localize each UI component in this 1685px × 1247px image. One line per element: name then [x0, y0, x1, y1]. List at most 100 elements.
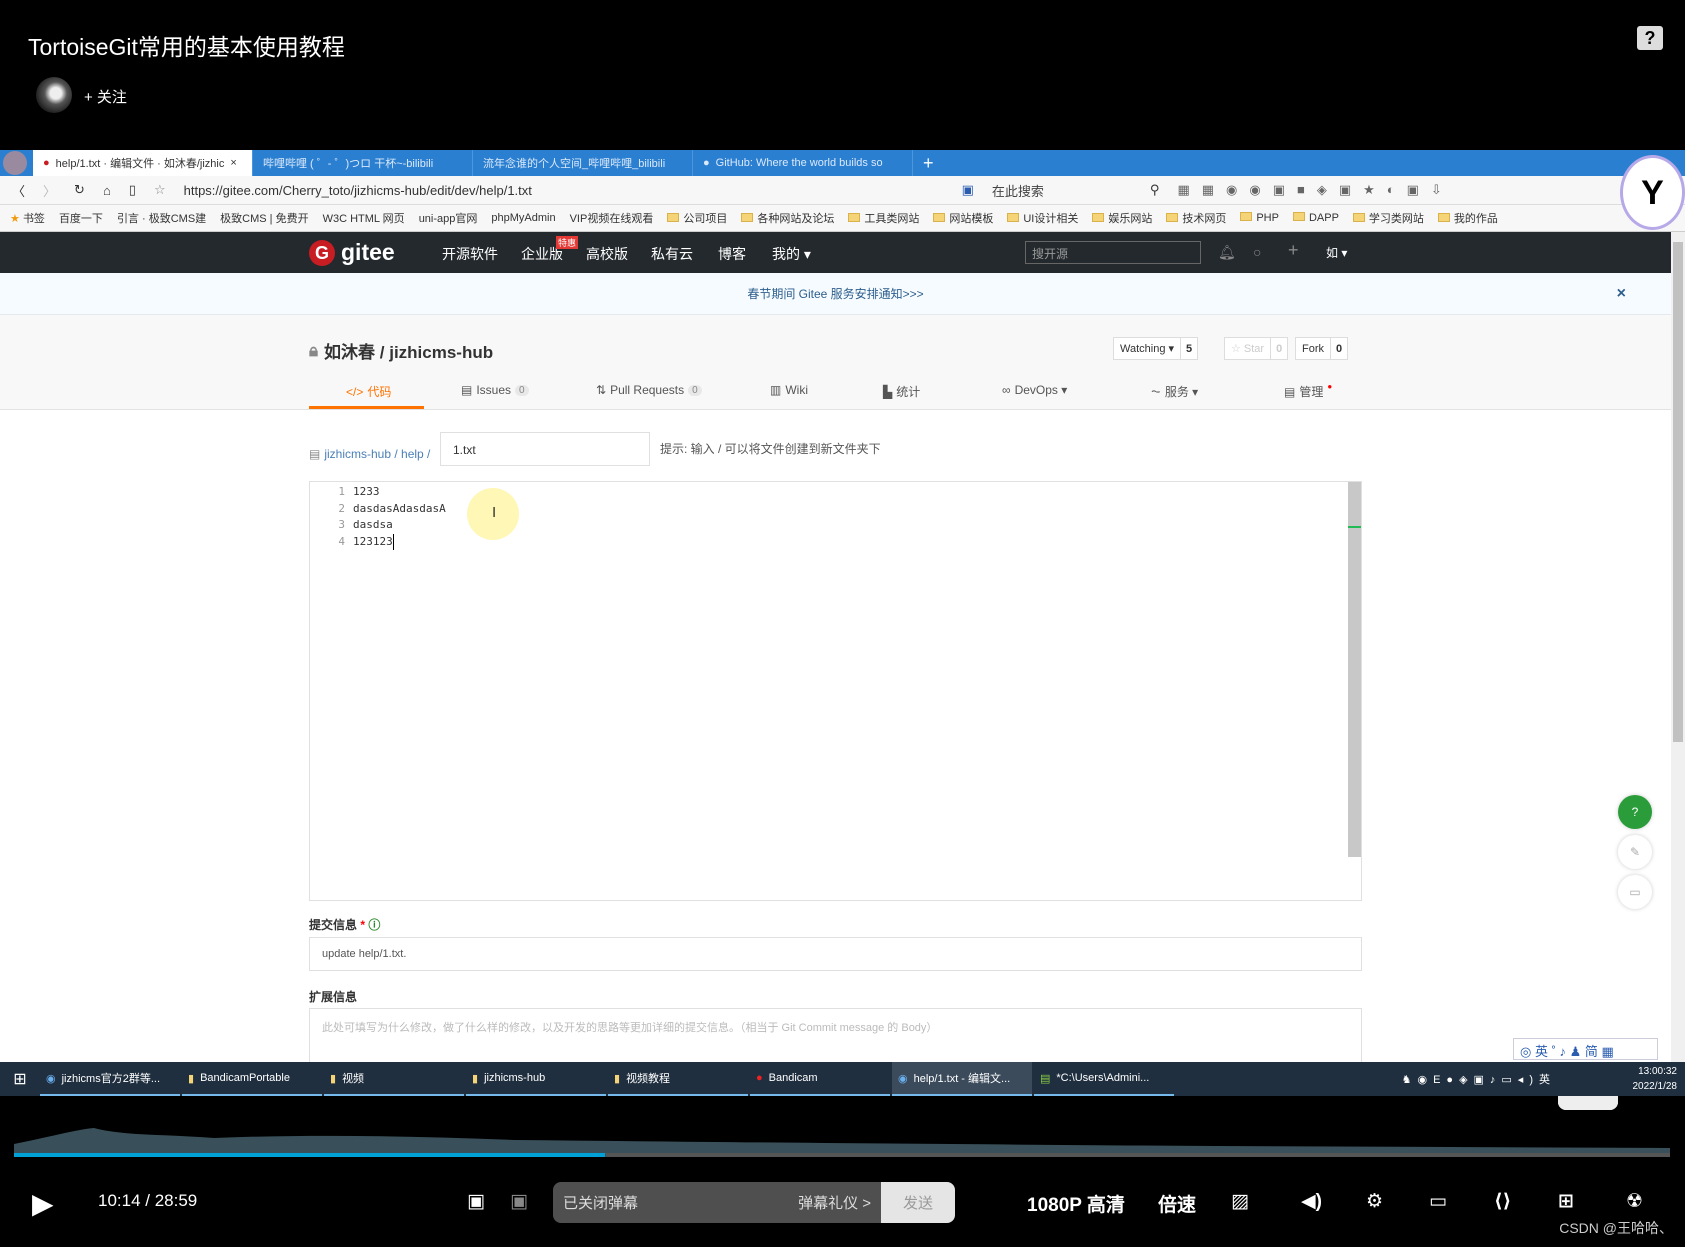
help-float-icon[interactable]: ? [1618, 795, 1652, 829]
taskbar-item[interactable]: ▮ 视频 [324, 1062, 464, 1096]
bookmark-folder[interactable]: 娱乐网站 [1092, 210, 1152, 226]
scrollbar-thumb[interactable] [1673, 242, 1683, 742]
bookmark-folder[interactable]: 学习类网站 [1352, 210, 1424, 226]
new-tab-button[interactable]: + [913, 153, 944, 174]
bookmark-folder[interactable]: 我的作品 [1437, 210, 1498, 226]
repo-name[interactable]: 如沐春 / jizhicms-hub [324, 338, 493, 363]
back-icon[interactable]: 〈 [12, 181, 25, 200]
lightbulb-icon[interactable]: ○ [1253, 244, 1261, 260]
bookmark-folder[interactable]: 技术网页 [1166, 210, 1226, 226]
reload-icon[interactable]: ↻ [74, 182, 85, 198]
extension-icons[interactable]: ▦▦◉◉▣■◈▣★◐▣⇩ [1177, 182, 1453, 198]
commit-message-input[interactable]: update help/1.txt. [309, 937, 1362, 971]
edit-float-icon[interactable]: ✎ [1618, 835, 1652, 869]
bookmark-folder[interactable]: PHP [1240, 212, 1279, 224]
taskbar-item[interactable]: ▮ jizhicms-hub [466, 1062, 606, 1096]
notice-link[interactable]: 春节期间 Gitee 服务安排通知>>> [747, 287, 923, 301]
bookmark[interactable]: ★ 书签 [10, 210, 45, 226]
ime-toolbar[interactable]: ◎ 英 ˚ ♪ ♟ 简 ▦ [1513, 1038, 1658, 1060]
editor-scrollbar[interactable] [1348, 482, 1361, 857]
nav-open-source[interactable]: 开源软件 [442, 244, 498, 264]
tab-code[interactable]: </> 代码 [346, 383, 391, 400]
user-menu[interactable]: 如 ▾ [1326, 244, 1347, 261]
bookmark[interactable]: 百度一下 [59, 210, 103, 226]
browser-tab[interactable]: ● GitHub: Where the world builds so [693, 150, 913, 176]
bookmark-folder[interactable]: 公司项目 [667, 210, 727, 226]
fork-button[interactable]: Fork 0 [1295, 337, 1349, 360]
search-icon[interactable]: ⚲ [1150, 182, 1160, 198]
bookmark[interactable]: 极致CMS | 免费开 [220, 210, 308, 226]
windows-start-icon[interactable]: ⊞ [0, 1069, 40, 1089]
follow-button[interactable]: + 关注 [84, 86, 127, 107]
tab-devops[interactable]: ∞ DevOps ▾ [1002, 383, 1067, 397]
watch-button[interactable]: Watching ▾ 5 [1113, 337, 1199, 360]
pip-icon[interactable]: ▭ [1429, 1190, 1447, 1213]
tab-issues[interactable]: ▤ Issues 0 [461, 383, 529, 397]
bookmark-folder[interactable]: 网站模板 [933, 210, 993, 226]
filename-input[interactable]: 1.txt [440, 432, 650, 466]
star-button[interactable]: ☆ Star 0 [1224, 337, 1289, 360]
danmaku-etiquette-link[interactable]: 弹幕礼仪 > [798, 1192, 871, 1213]
gitee-search-input[interactable]: 搜开源 [1025, 241, 1201, 264]
speed-button[interactable]: 倍速 [1158, 1190, 1196, 1217]
profile-icon[interactable] [3, 151, 27, 175]
danmaku-settings-icon[interactable]: ▣ [510, 1190, 528, 1213]
url-input[interactable]: https://gitee.com/Cherry_toto/jizhicms-h… [184, 183, 944, 198]
browser-search-input[interactable]: 在此搜索 [992, 181, 1132, 200]
page-scrollbar[interactable] [1671, 232, 1685, 1062]
commit-body-textarea[interactable]: 此处可填写为什么修改，做了什么样的修改，以及开发的思路等更加详细的提交信息。（相… [309, 1008, 1362, 1068]
widescreen-icon[interactable]: ⟨⟩ [1494, 1190, 1511, 1213]
forward-icon[interactable]: 〉 [43, 181, 56, 200]
bookmark-folder[interactable]: DAPP [1292, 212, 1339, 224]
nav-blog[interactable]: 博客 [718, 244, 746, 264]
subtitle-off-icon[interactable]: ▨ [1231, 1190, 1249, 1213]
taskbar-item[interactable]: ▮ 视频教程 [608, 1062, 748, 1096]
comment-float-icon[interactable]: ▭ [1618, 875, 1652, 909]
ime-indicator[interactable]: 英 [1539, 1071, 1550, 1087]
settings-gear-icon[interactable]: ⚙ [1366, 1190, 1383, 1213]
bookmark-folder[interactable]: 各种网站及论坛 [741, 210, 834, 226]
browser-tab[interactable]: 哔哩哔哩 ( ゜- ゜)つロ 干杯~-bilibili [253, 150, 473, 176]
system-tray-icons[interactable]: ♞◉E●◈▣♪▭◂) [1402, 1073, 1539, 1086]
help-icon[interactable]: ? [1637, 26, 1663, 50]
tab-services[interactable]: ⏦ 服务 ▾ [1151, 383, 1198, 400]
quality-button[interactable]: 1080P 高清 [1027, 1190, 1125, 1217]
nav-mine[interactable]: 我的 ▾ [772, 244, 811, 264]
danmaku-input[interactable]: 已关闭弹幕 [563, 1192, 638, 1213]
bookmark[interactable]: VIP视频在线观看 [570, 210, 654, 226]
reader-icon[interactable]: ▯ [129, 182, 136, 198]
bookmark-folder[interactable]: 工具类网站 [848, 210, 919, 226]
bookmark[interactable]: phpMyAdmin [491, 212, 555, 224]
taskbar-item[interactable]: ▤ *C:\Users\Admini... [1034, 1062, 1174, 1096]
play-button[interactable]: ▶ [32, 1187, 54, 1220]
close-icon[interactable]: × [1617, 273, 1626, 315]
web-fullscreen-icon[interactable]: ⊞ [1558, 1190, 1574, 1213]
fullscreen-icon[interactable]: ☢ [1626, 1190, 1643, 1213]
search-engine-icon[interactable]: ▣ [962, 182, 974, 198]
close-tab-icon[interactable]: × [230, 157, 236, 169]
tab-stats[interactable]: ▙ 统计 [883, 383, 920, 400]
volume-icon[interactable]: ◀) [1301, 1190, 1322, 1213]
danmaku-toggle-icon[interactable]: ▣ [467, 1190, 485, 1213]
gitee-logo[interactable]: Ggitee [309, 239, 395, 266]
send-button[interactable]: 发送 [881, 1182, 955, 1223]
avatar[interactable] [36, 77, 72, 113]
nav-private-cloud[interactable]: 私有云 [651, 244, 693, 264]
tab-pull-requests[interactable]: ⇅ Pull Requests 0 [596, 383, 702, 397]
taskbar-item[interactable]: ● Bandicam [750, 1062, 890, 1096]
plus-icon[interactable]: + [1288, 240, 1299, 261]
taskbar-item[interactable]: ◉ jizhicms官方2群等... [40, 1062, 180, 1096]
clock[interactable]: 13:00:32 2022/1/28 [1633, 1064, 1678, 1094]
bell-icon[interactable]: 🔔︎ [1218, 244, 1236, 261]
star-icon[interactable]: ☆ [154, 182, 166, 198]
browser-tab[interactable]: ● help/1.txt · 编辑文件 · 如沐春/jizhic × [33, 150, 253, 176]
taskbar-item[interactable]: ◉ help/1.txt - 编辑文... [892, 1062, 1032, 1096]
code-editor[interactable]: 1 1233 2 dasdasAdasdasA 3 dasdsa 4 123123 I [309, 481, 1362, 901]
bookmark[interactable]: W3C HTML 网页 [323, 210, 405, 226]
tab-manage[interactable]: ▤ 管理 ● [1284, 382, 1332, 400]
bookmark[interactable]: 引言 · 极致CMS建 [117, 210, 206, 226]
taskbar-item[interactable]: ▮ BandicamPortable [182, 1062, 322, 1096]
home-icon[interactable]: ⌂ [103, 183, 111, 198]
bookmark[interactable]: uni-app官网 [419, 210, 478, 226]
tab-wiki[interactable]: ▥ Wiki [770, 383, 808, 397]
